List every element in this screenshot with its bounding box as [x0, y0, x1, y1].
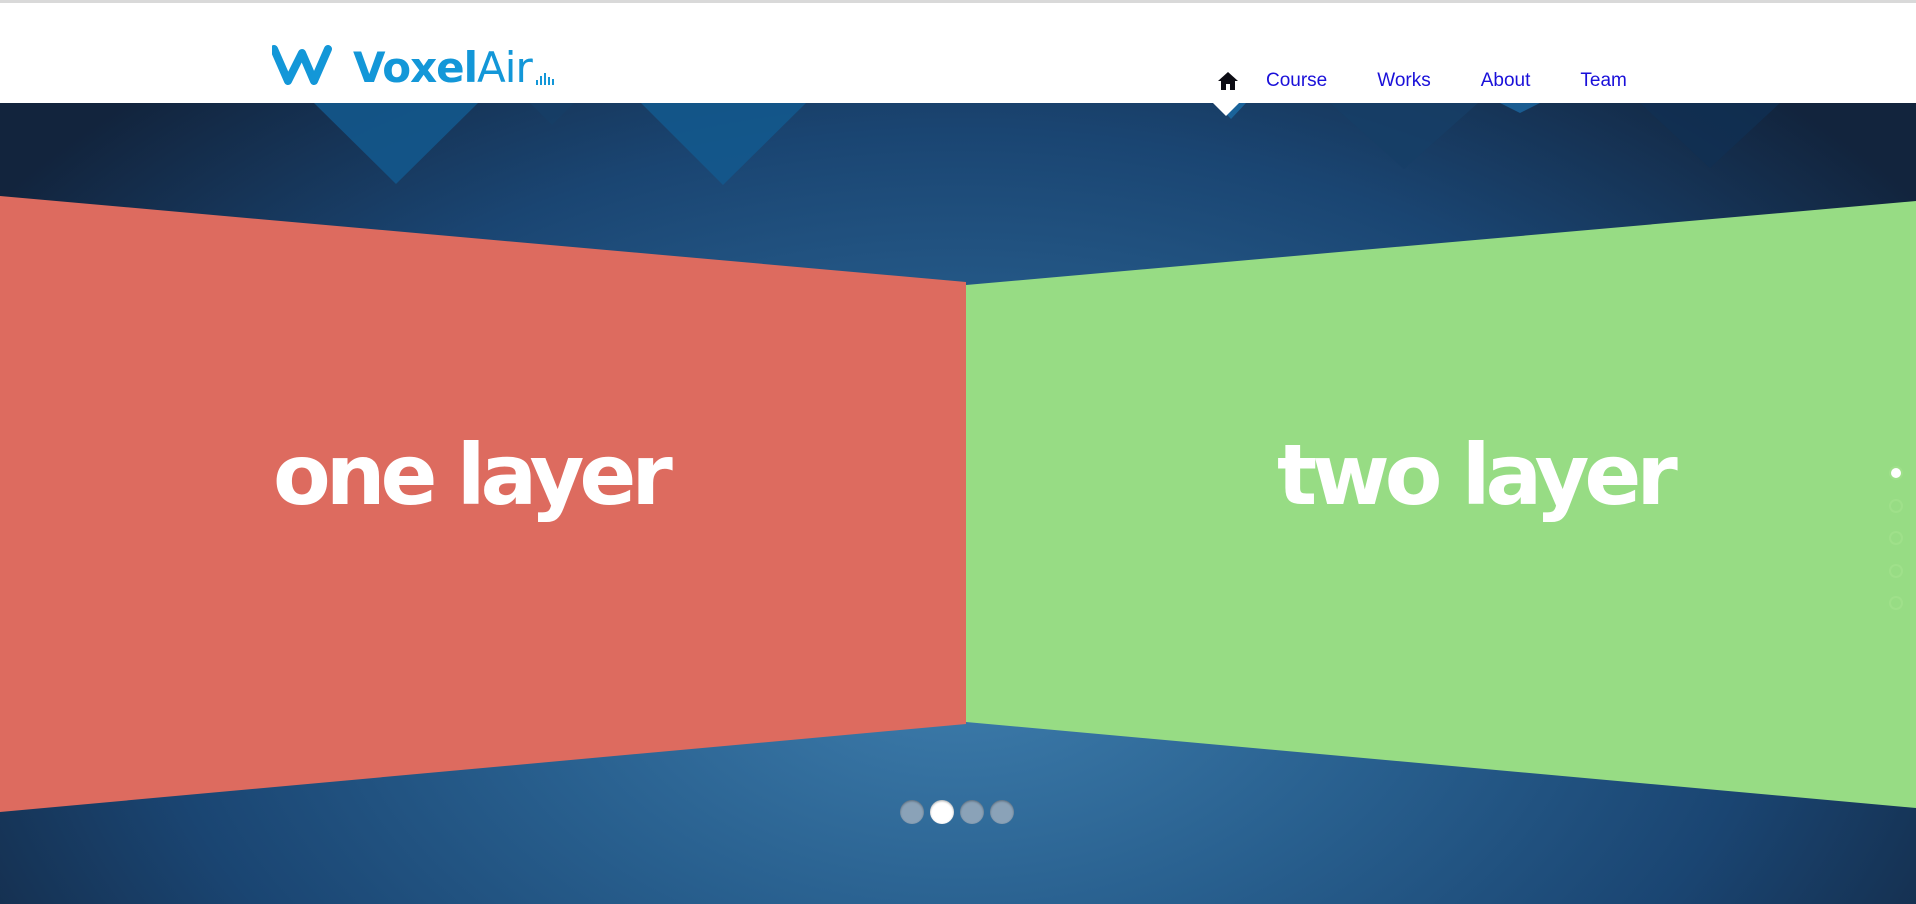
panel-right-text: two layer — [1277, 426, 1678, 524]
side-pagination-dot-3[interactable] — [1889, 531, 1903, 545]
nav-link-about[interactable]: About — [1481, 61, 1531, 101]
logo-text: VoxelAir — [353, 43, 533, 92]
home-icon — [1218, 72, 1238, 90]
nav-link-team[interactable]: Team — [1580, 61, 1626, 101]
nav-link-course[interactable]: Course — [1266, 61, 1327, 101]
nav-active-indicator — [1213, 103, 1239, 116]
side-pagination — [1889, 466, 1903, 629]
slider-pagination-dot-2[interactable] — [930, 800, 954, 824]
slider-pagination-dot-1[interactable] — [900, 800, 924, 824]
slider-pagination-dot-4[interactable] — [990, 800, 1014, 824]
slider-pagination — [900, 800, 1020, 824]
side-pagination-dot-5[interactable] — [1889, 596, 1903, 610]
side-pagination-dot-4[interactable] — [1889, 563, 1903, 578]
side-pagination-dot-1[interactable] — [1889, 466, 1903, 480]
nav-link-works[interactable]: Works — [1377, 61, 1430, 101]
nav-home-button[interactable] — [1214, 67, 1242, 95]
logo-mark-icon — [272, 45, 332, 85]
panel-left-text: one layer — [273, 426, 673, 524]
side-pagination-dot-2[interactable] — [1889, 498, 1903, 513]
hero-slider: one layer two layer — [0, 103, 1916, 904]
slider-pagination-dot-3[interactable] — [960, 800, 984, 824]
logo[interactable]: VoxelAir — [272, 39, 554, 89]
main-nav: Course Works About Team — [1200, 61, 1627, 101]
signal-bars-icon — [535, 73, 554, 85]
site-header: VoxelAir Course Works About Team — [0, 3, 1916, 103]
